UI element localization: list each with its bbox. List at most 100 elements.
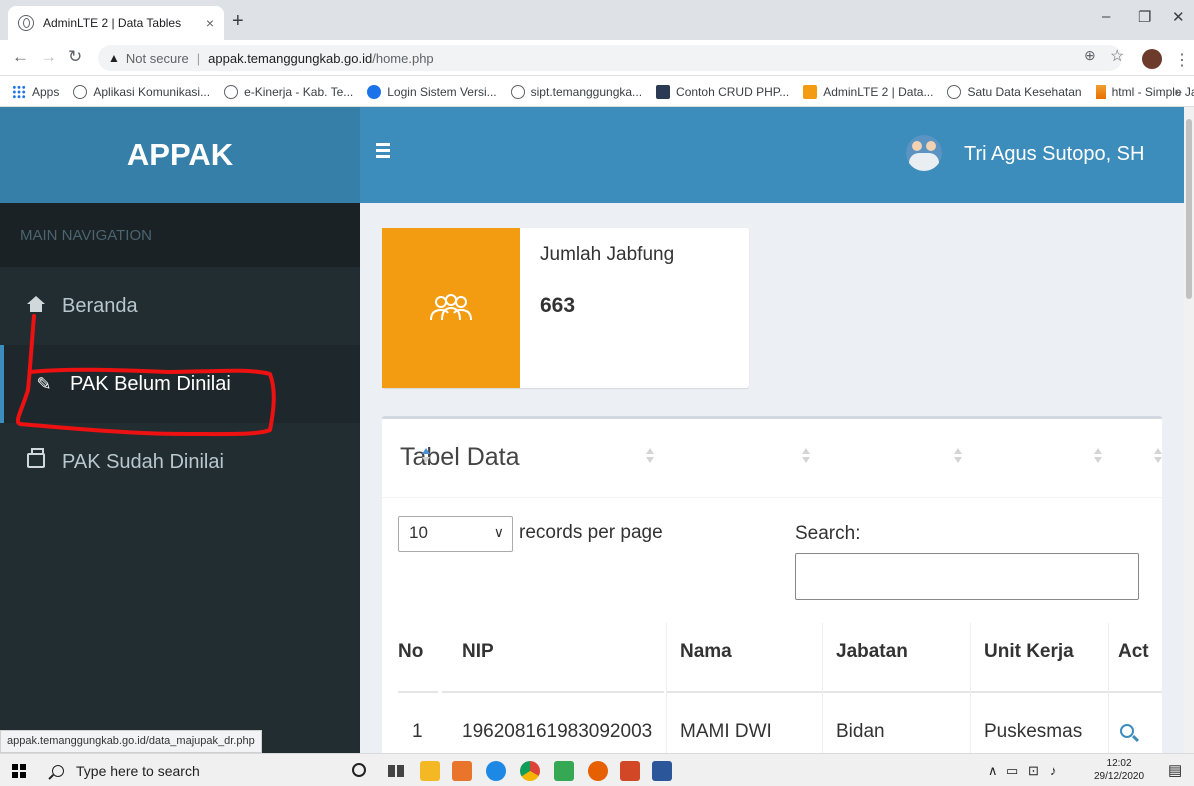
table-cell-no: 1 — [412, 721, 423, 742]
windows-taskbar: Type here to search ∧ ▭ ⊡ ♪ 12:02 29/12/… — [0, 753, 1194, 786]
notification-icon[interactable]: ▤ — [1168, 761, 1182, 779]
column-header-jabatan[interactable]: Jabatan — [822, 623, 970, 693]
windows-start-icon[interactable] — [12, 764, 26, 778]
cortana-icon[interactable] — [352, 763, 366, 777]
bookmark-item[interactable]: Contoh CRUD PHP... — [656, 84, 789, 99]
forward-icon[interactable]: → — [40, 47, 57, 67]
site-icon — [367, 84, 382, 99]
tab-close-icon[interactable]: × — [206, 15, 214, 31]
search-icon — [52, 764, 64, 777]
data-table-box: Tabel Data 10 ∨ records per page Search:… — [382, 416, 1162, 753]
stackoverflow-icon — [1095, 84, 1106, 99]
powerpoint-icon[interactable] — [620, 761, 640, 781]
task-view-icon[interactable] — [386, 761, 406, 781]
edge-icon[interactable] — [486, 761, 506, 781]
new-tab-button[interactable]: + — [232, 10, 244, 33]
sort-icon[interactable] — [646, 448, 654, 464]
security-label[interactable]: Not secure — [126, 51, 189, 66]
sort-icon[interactable] — [802, 448, 810, 464]
column-header-nama[interactable]: Nama — [666, 623, 822, 693]
user-avatar[interactable] — [906, 135, 942, 171]
bookmarks-overflow-icon[interactable]: » — [1175, 84, 1182, 99]
sidebar-item-pak-belum-dinilai[interactable]: ✎ PAK Belum Dinilai — [0, 345, 360, 423]
back-icon[interactable]: ← — [12, 47, 29, 67]
sort-icon[interactable] — [1094, 448, 1102, 464]
bookmark-apps[interactable]: Apps — [12, 84, 59, 99]
home-icon — [26, 295, 46, 317]
column-divider — [666, 623, 667, 753]
apps-grid-icon — [12, 84, 26, 99]
reload-icon[interactable]: ↻ — [68, 47, 82, 67]
bookmarks-bar: Apps Aplikasi Komunikasi... e-Kinerja - … — [0, 77, 1194, 107]
bookmark-item[interactable]: AdminLTE 2 | Data... — [803, 84, 933, 99]
column-header-nip[interactable]: NIP — [442, 623, 664, 693]
sidebar-item-pak-sudah-dinilai[interactable]: PAK Sudah Dinilai — [0, 423, 360, 501]
app-logo[interactable]: APPAK — [0, 107, 360, 203]
table-cell-nama: MAMI DWI ARTI — [680, 721, 772, 753]
sort-icon[interactable] — [422, 448, 430, 464]
sidebar-item-beranda[interactable]: Beranda — [0, 267, 360, 345]
tab-title: AdminLTE 2 | Data Tables — [43, 16, 182, 30]
bookmark-item[interactable]: sipt.temanggungka... — [510, 84, 642, 99]
print-icon — [26, 447, 46, 473]
info-box: Jumlah Jabfung 663 — [382, 228, 749, 388]
scrollbar-thumb[interactable] — [1186, 119, 1192, 299]
warning-icon: ▲ — [108, 51, 120, 65]
battery-icon[interactable]: ▭ — [1006, 763, 1018, 779]
bookmark-item[interactable]: Aplikasi Komunikasi... — [73, 84, 210, 99]
taskbar-clock[interactable]: 12:02 29/12/2020 — [1094, 757, 1144, 783]
browser-tab[interactable]: AdminLTE 2 | Data Tables × — [8, 6, 224, 40]
taskbar-search[interactable]: Type here to search — [40, 754, 330, 786]
browser-menu-icon[interactable]: ⋮ — [1174, 50, 1190, 70]
close-window-icon[interactable]: ✕ — [1172, 8, 1185, 26]
page-scrollbar[interactable] — [1184, 107, 1194, 753]
app-icon[interactable] — [452, 761, 472, 781]
globe-icon — [224, 84, 239, 99]
bookmark-item[interactable]: Satu Data Kesehatan — [947, 84, 1082, 99]
minimize-icon[interactable]: – — [1102, 8, 1110, 25]
divider — [382, 497, 1162, 498]
bookmark-item[interactable]: Login Sistem Versi... — [367, 84, 497, 99]
browser-toolbar: ← → ↻ ▲ Not secure | appak.temanggungkab… — [0, 40, 1194, 76]
address-bar[interactable]: ▲ Not secure | appak.temanggungkab.go.id… — [98, 45, 1122, 71]
search-label: Search: — [795, 523, 861, 544]
tray-overflow-icon[interactable]: ∧ — [988, 763, 998, 779]
user-name[interactable]: Tri Agus Sutopo, SH — [964, 143, 1144, 166]
records-per-page-select[interactable]: 10 ∨ — [398, 516, 513, 552]
chevron-down-icon: ∨ — [493, 524, 504, 540]
table-cell-unit-kerja: Puskesmas Bansari — [984, 721, 1083, 753]
globe-icon — [947, 84, 962, 99]
network-icon[interactable]: ⊡ — [1028, 763, 1039, 779]
sort-icon[interactable] — [954, 448, 962, 464]
word-icon[interactable] — [652, 761, 672, 781]
globe-icon — [18, 15, 34, 31]
pencil-icon: ✎ — [36, 373, 52, 394]
sort-icon[interactable] — [1154, 448, 1162, 464]
volume-icon[interactable]: ♪ — [1050, 763, 1057, 778]
search-input[interactable] — [795, 553, 1139, 600]
search-icon[interactable] — [1120, 724, 1134, 738]
file-explorer-icon[interactable] — [420, 761, 440, 781]
adminlte-icon — [803, 84, 818, 99]
dreamweaver-icon[interactable] — [554, 761, 574, 781]
table-cell-nip: 196208161983092003 — [462, 721, 653, 742]
profile-avatar[interactable] — [1142, 49, 1162, 69]
sidebar: MAIN NAVIGATION Beranda ✎ PAK Belum Dini… — [0, 203, 360, 753]
column-header-no[interactable]: No — [398, 623, 438, 693]
bookmark-item[interactable]: e-Kinerja - Kab. Te... — [224, 84, 353, 99]
restore-icon[interactable]: ❐ — [1138, 8, 1151, 26]
zoom-icon[interactable]: ⊕ — [1084, 47, 1096, 64]
chrome-icon[interactable] — [520, 761, 540, 781]
column-header-act[interactable]: Act — [1108, 623, 1162, 693]
column-header-unit-kerja[interactable]: Unit Kerja — [970, 623, 1108, 693]
sidebar-toggle-icon[interactable] — [376, 143, 390, 158]
main-content: Jumlah Jabfung 663 Tabel Data 10 ∨ recor… — [360, 203, 1184, 753]
bookmark-star-icon[interactable]: ☆ — [1110, 46, 1124, 66]
records-per-page-label: records per page — [519, 522, 663, 543]
browser-tab-strip: AdminLTE 2 | Data Tables × + – ❐ ✕ — [0, 0, 1194, 40]
globe-icon — [510, 84, 525, 99]
info-box-value: 663 — [540, 294, 576, 317]
firefox-icon[interactable] — [588, 761, 608, 781]
info-box-label: Jumlah Jabfung — [540, 244, 675, 265]
taskbar-search-placeholder: Type here to search — [76, 762, 200, 779]
